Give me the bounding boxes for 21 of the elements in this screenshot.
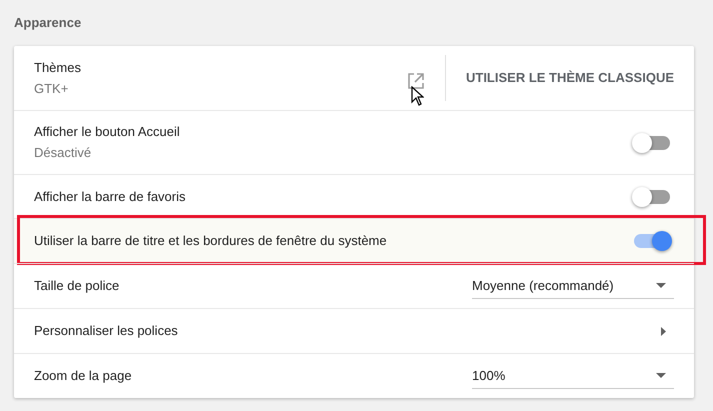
- toggle-switch[interactable]: [634, 234, 670, 248]
- setting-label: Personnaliser les polices: [34, 322, 179, 340]
- setting-label: Zoom de la page: [34, 367, 133, 385]
- chevron-right-icon[interactable]: [661, 326, 666, 336]
- setting-label: Utiliser la barre de titre et les bordures de fenêtre du système: [34, 232, 388, 250]
- external-link-icon[interactable]: [406, 72, 425, 90]
- toggle-switch[interactable]: [634, 136, 670, 150]
- caret-icon: [656, 373, 666, 378]
- section-title: Apparence: [14, 14, 82, 32]
- setting-label: Taille de police: [34, 277, 120, 295]
- setting-status: GTK+: [34, 80, 70, 98]
- toggle-switch[interactable]: [634, 190, 670, 204]
- setting-label: Afficher la barre de favoris: [34, 188, 186, 206]
- setting-status: Désactivé: [34, 144, 92, 162]
- dropdown-field[interactable]: Moyenne (recommandé): [472, 273, 674, 299]
- caret-icon: [656, 283, 666, 288]
- theme-button[interactable]: UTILISER LE THÈME CLASSIQUE: [466, 62, 674, 94]
- setting-label: Thèmes: [34, 58, 82, 76]
- cursor-icon: [410, 86, 424, 106]
- setting-label: Afficher le bouton Accueil: [34, 123, 181, 141]
- dropdown-field[interactable]: 100%: [472, 363, 674, 389]
